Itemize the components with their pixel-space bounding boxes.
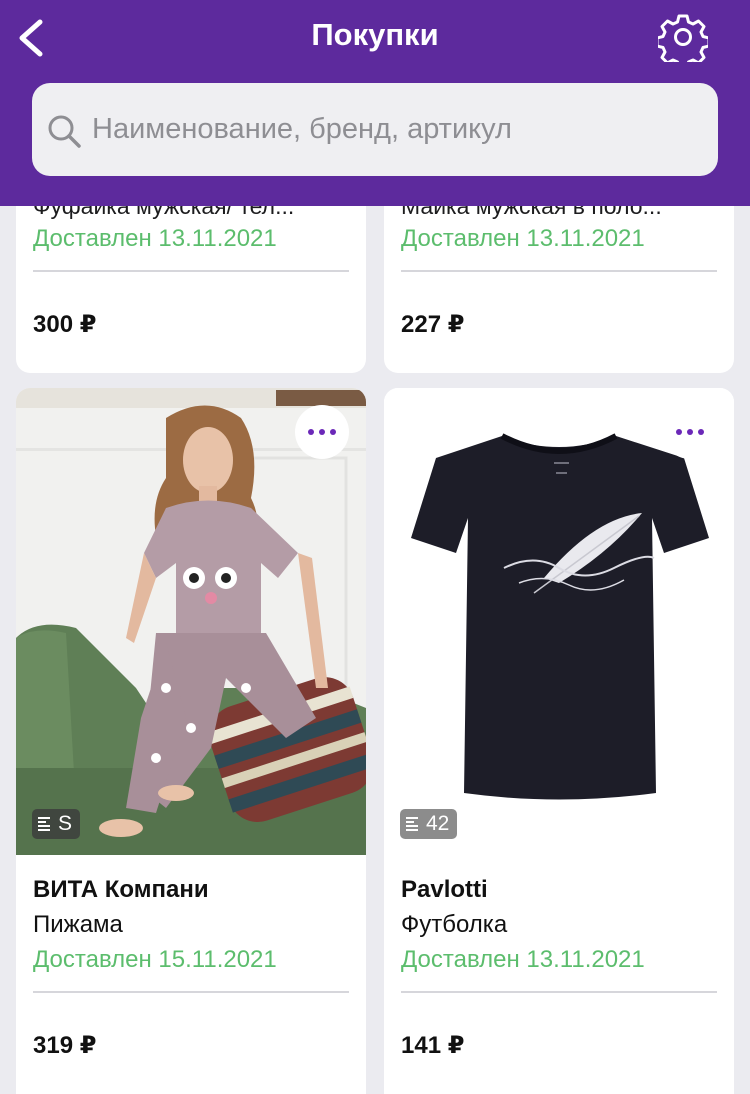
product-type: Пижама [33, 911, 123, 938]
card-info: Фуфайка мужская/ тел... Доставлен 13.11.… [33, 190, 349, 339]
product-type: Футболка [401, 911, 508, 938]
card-info: ВИТА Компани Пижама Доставлен 15.11.2021… [33, 873, 349, 1060]
page-title: Покупки [311, 17, 439, 52]
price: 319 ₽ [33, 1032, 97, 1059]
price: 300 ₽ [33, 311, 97, 338]
brand-name: Pavlotti [401, 876, 488, 903]
dot [319, 429, 325, 435]
dot [698, 429, 704, 435]
more-options-button[interactable] [663, 405, 717, 459]
divider [401, 991, 717, 993]
size-badge: 42 [400, 809, 458, 839]
divider [33, 991, 349, 993]
product-image [384, 388, 734, 855]
size-list-icon [38, 816, 52, 832]
delivery-status: Доставлен 13.11.2021 [401, 225, 645, 252]
delivery-status: Доставлен 13.11.2021 [401, 946, 645, 973]
purchase-card[interactable]: 42 Pavlotti Футболка Доставлен 13.11.202… [384, 388, 734, 1094]
app-header: Покупки [0, 0, 750, 206]
size-list-icon [406, 816, 420, 832]
size-value: S [58, 812, 73, 835]
dot [330, 429, 336, 435]
gear-icon[interactable] [658, 12, 708, 62]
brand-name: ВИТА Компани [33, 876, 209, 903]
dot [687, 429, 693, 435]
price: 227 ₽ [401, 311, 465, 338]
dot [308, 429, 314, 435]
size-badge: S [32, 809, 81, 839]
purchase-card[interactable]: S ВИТА Компани Пижама Доставлен 15.11.20… [16, 388, 366, 1094]
search-bar[interactable] [32, 83, 718, 176]
search-input[interactable] [92, 83, 702, 176]
size-value: 42 [426, 812, 450, 835]
divider [33, 270, 349, 272]
divider [401, 270, 717, 272]
price: 141 ₽ [401, 1032, 465, 1059]
delivery-status: Доставлен 13.11.2021 [33, 225, 277, 252]
product-image [16, 388, 366, 855]
search-icon [48, 115, 81, 148]
card-info: Pavlotti Футболка Доставлен 13.11.2021 1… [401, 873, 717, 1060]
delivery-status: Доставлен 15.11.2021 [33, 946, 277, 973]
dot [676, 429, 682, 435]
card-info: Майка мужская в поло... Доставлен 13.11.… [401, 190, 717, 339]
more-options-button[interactable] [295, 405, 349, 459]
